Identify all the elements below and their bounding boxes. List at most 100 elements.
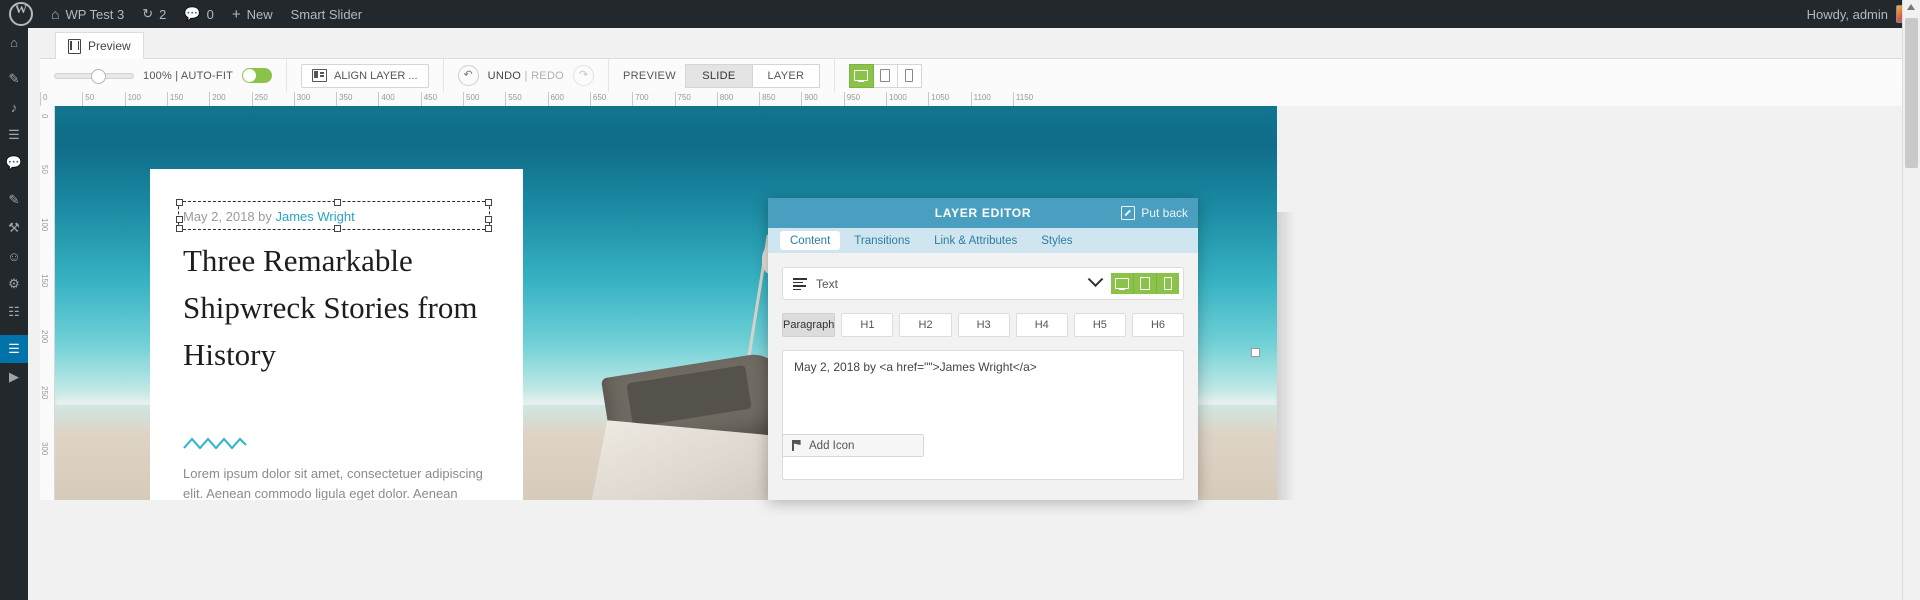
ruler-tick: 700 xyxy=(632,92,649,106)
zoom-slider[interactable] xyxy=(54,68,134,84)
ruler-tick: 150 xyxy=(40,274,54,290)
sidebar-item-comments[interactable]: 💬 xyxy=(0,149,28,177)
sidebar-item-pages[interactable]: ☰ xyxy=(0,121,28,149)
layer-content-textarea[interactable]: May 2, 2018 by <a href="">James Wright</… xyxy=(782,350,1184,480)
ruler-tick-label: 950 xyxy=(846,93,861,102)
mobile-icon xyxy=(1164,277,1172,290)
undo-arrow-icon[interactable]: ↶ xyxy=(457,65,479,86)
layer-editor-header[interactable]: LAYER EDITOR Put back xyxy=(768,198,1198,228)
segment-layer[interactable]: LAYER xyxy=(752,63,820,88)
ruler-tick-label: 50 xyxy=(85,93,95,102)
auto-fit-toggle[interactable] xyxy=(242,68,273,83)
ruler-tick-label: 150 xyxy=(169,93,184,102)
ruler-tick: 50 xyxy=(40,162,54,177)
panel-device-desktop-button[interactable] xyxy=(1111,273,1133,294)
resize-handle-bl[interactable] xyxy=(176,225,183,232)
comments-menu[interactable]: 💬 0 xyxy=(175,0,222,28)
post-excerpt-layer[interactable]: Lorem ipsum dolor sit amet, consectetuer… xyxy=(183,464,498,500)
wp-admin-menu: ⌂ ✎ ♪ ☰ 💬 ✎ ⚒ ☺ ⚙ ☷ ☰ ▶ xyxy=(0,28,28,600)
heading-button-h6[interactable]: H6 xyxy=(1131,313,1185,337)
put-back-button[interactable]: Put back xyxy=(1121,206,1188,220)
heading-button-h4[interactable]: H4 xyxy=(1015,313,1068,337)
page-scrollbar[interactable] xyxy=(1902,0,1920,600)
ruler-tick-label: 0 xyxy=(43,93,48,102)
device-tablet-button[interactable] xyxy=(873,63,898,88)
ruler-tick: 950 xyxy=(843,92,860,106)
resize-handle-ml[interactable] xyxy=(176,215,183,223)
resize-handle-mr[interactable] xyxy=(485,215,492,223)
redo-arrow-icon[interactable]: ↷ xyxy=(573,65,595,86)
ruler-tick: 450 xyxy=(420,92,437,106)
heading-button-h2[interactable]: H2 xyxy=(899,313,952,337)
resize-handle-bc[interactable] xyxy=(334,225,341,232)
zoom-slider-knob[interactable] xyxy=(91,68,106,84)
heading-button-h1[interactable]: H1 xyxy=(841,313,894,337)
post-title-layer[interactable]: Three Remarkable Shipwreck Stories from … xyxy=(183,237,483,378)
ruler-tick-label: 850 xyxy=(762,93,776,102)
article-card: May 2, 2018 by James Wright Three Remark… xyxy=(150,169,523,500)
site-name-menu[interactable]: ⌂ WP Test 3 xyxy=(42,0,133,28)
post-meta-author-link[interactable]: James Wright xyxy=(276,209,355,224)
segment-slide[interactable]: SLIDE xyxy=(684,63,753,88)
ruler-tick-label: 200 xyxy=(40,330,49,344)
desktop-icon xyxy=(1115,278,1129,290)
smart-slider-menu[interactable]: Smart Slider xyxy=(282,0,372,28)
ruler-tick-label: 1050 xyxy=(931,93,950,102)
tab-transitions[interactable]: Transitions xyxy=(844,231,920,250)
updates-count: 2 xyxy=(159,6,167,22)
align-layer-button[interactable]: ALIGN LAYER ... xyxy=(301,63,429,88)
resize-handle-br[interactable] xyxy=(485,225,492,232)
heading-button-paragraph[interactable]: Paragraph xyxy=(782,313,836,337)
ruler-tick: 1150 xyxy=(1012,92,1033,106)
device-mobile-button[interactable] xyxy=(897,63,922,88)
post-meta-layer[interactable]: May 2, 2018 by James Wright xyxy=(183,209,355,224)
resize-handle-tl[interactable] xyxy=(176,199,183,206)
new-content-menu[interactable]: + New xyxy=(223,0,282,28)
heading-button-h3[interactable]: H3 xyxy=(957,313,1010,337)
tab-link-attributes[interactable]: Link & Attributes xyxy=(924,231,1027,250)
sidebar-item-media[interactable]: ♪ xyxy=(0,93,28,121)
desktop-icon xyxy=(854,70,869,82)
sidebar-item-settings[interactable]: ☷ xyxy=(0,298,28,326)
canvas-resize-handle[interactable] xyxy=(1251,348,1260,357)
sidebar-item-tools[interactable]: ⚙ xyxy=(0,270,28,298)
tab-styles[interactable]: Styles xyxy=(1031,231,1082,250)
panel-device-tablet-button[interactable] xyxy=(1133,273,1156,294)
sidebar-item-player[interactable]: ▶ xyxy=(0,363,28,391)
text-lines-icon xyxy=(793,278,807,291)
scrollbar-thumb[interactable] xyxy=(1905,18,1918,168)
ruler-tick: 150 xyxy=(166,92,183,106)
updates-menu[interactable]: ↻ 2 xyxy=(133,0,175,28)
zoom-group: 100% | AUTO-FIT xyxy=(40,59,288,92)
sidebar-item-posts[interactable]: ✎ xyxy=(0,65,28,93)
sidebar-item-dashboard[interactable]: ⌂ xyxy=(0,28,28,56)
sidebar-item-appearance[interactable]: ✎ xyxy=(0,186,28,214)
smart-slider-label: Smart Slider xyxy=(290,6,363,22)
ruler-tick-label: 650 xyxy=(592,93,607,102)
resize-handle-tc[interactable] xyxy=(334,199,341,206)
add-icon-button[interactable]: Add Icon xyxy=(782,434,924,457)
heading-button-h5[interactable]: H5 xyxy=(1073,313,1126,337)
comments-count: 0 xyxy=(206,6,214,22)
sidebar-item-users[interactable]: ☺ xyxy=(0,242,28,270)
sidebar-item-smart-slider[interactable]: ☰ xyxy=(0,335,28,363)
editor-toolbar: 100% | AUTO-FIT ALIGN LAYER ... ↶ UNDO |… xyxy=(40,59,1903,93)
scroll-up-arrow-icon[interactable] xyxy=(1907,4,1915,10)
ruler-tick: 750 xyxy=(674,92,691,106)
put-back-label: Put back xyxy=(1141,206,1188,220)
sidebar-item-plugins[interactable]: ⚒ xyxy=(0,214,28,242)
ruler-tick: 250 xyxy=(40,386,54,402)
ruler-tick-label: 750 xyxy=(677,93,691,102)
layer-type-select[interactable]: Text xyxy=(783,268,1111,299)
wp-logo-menu[interactable] xyxy=(0,0,42,28)
ruler-tick: 100 xyxy=(124,92,141,106)
panel-device-mobile-button[interactable] xyxy=(1156,273,1179,294)
menu-separator xyxy=(0,177,28,186)
tab-content[interactable]: Content xyxy=(780,231,841,250)
device-desktop-button[interactable] xyxy=(848,63,874,88)
undo-redo-separator: | xyxy=(524,69,528,82)
ruler-tick: 400 xyxy=(378,92,395,106)
wp-admin-bar: ⌂ WP Test 3 ↻ 2 💬 0 + New Smart Slider H… xyxy=(0,0,1920,28)
resize-handle-tr[interactable] xyxy=(485,199,492,206)
tab-preview[interactable]: Preview xyxy=(55,32,144,59)
